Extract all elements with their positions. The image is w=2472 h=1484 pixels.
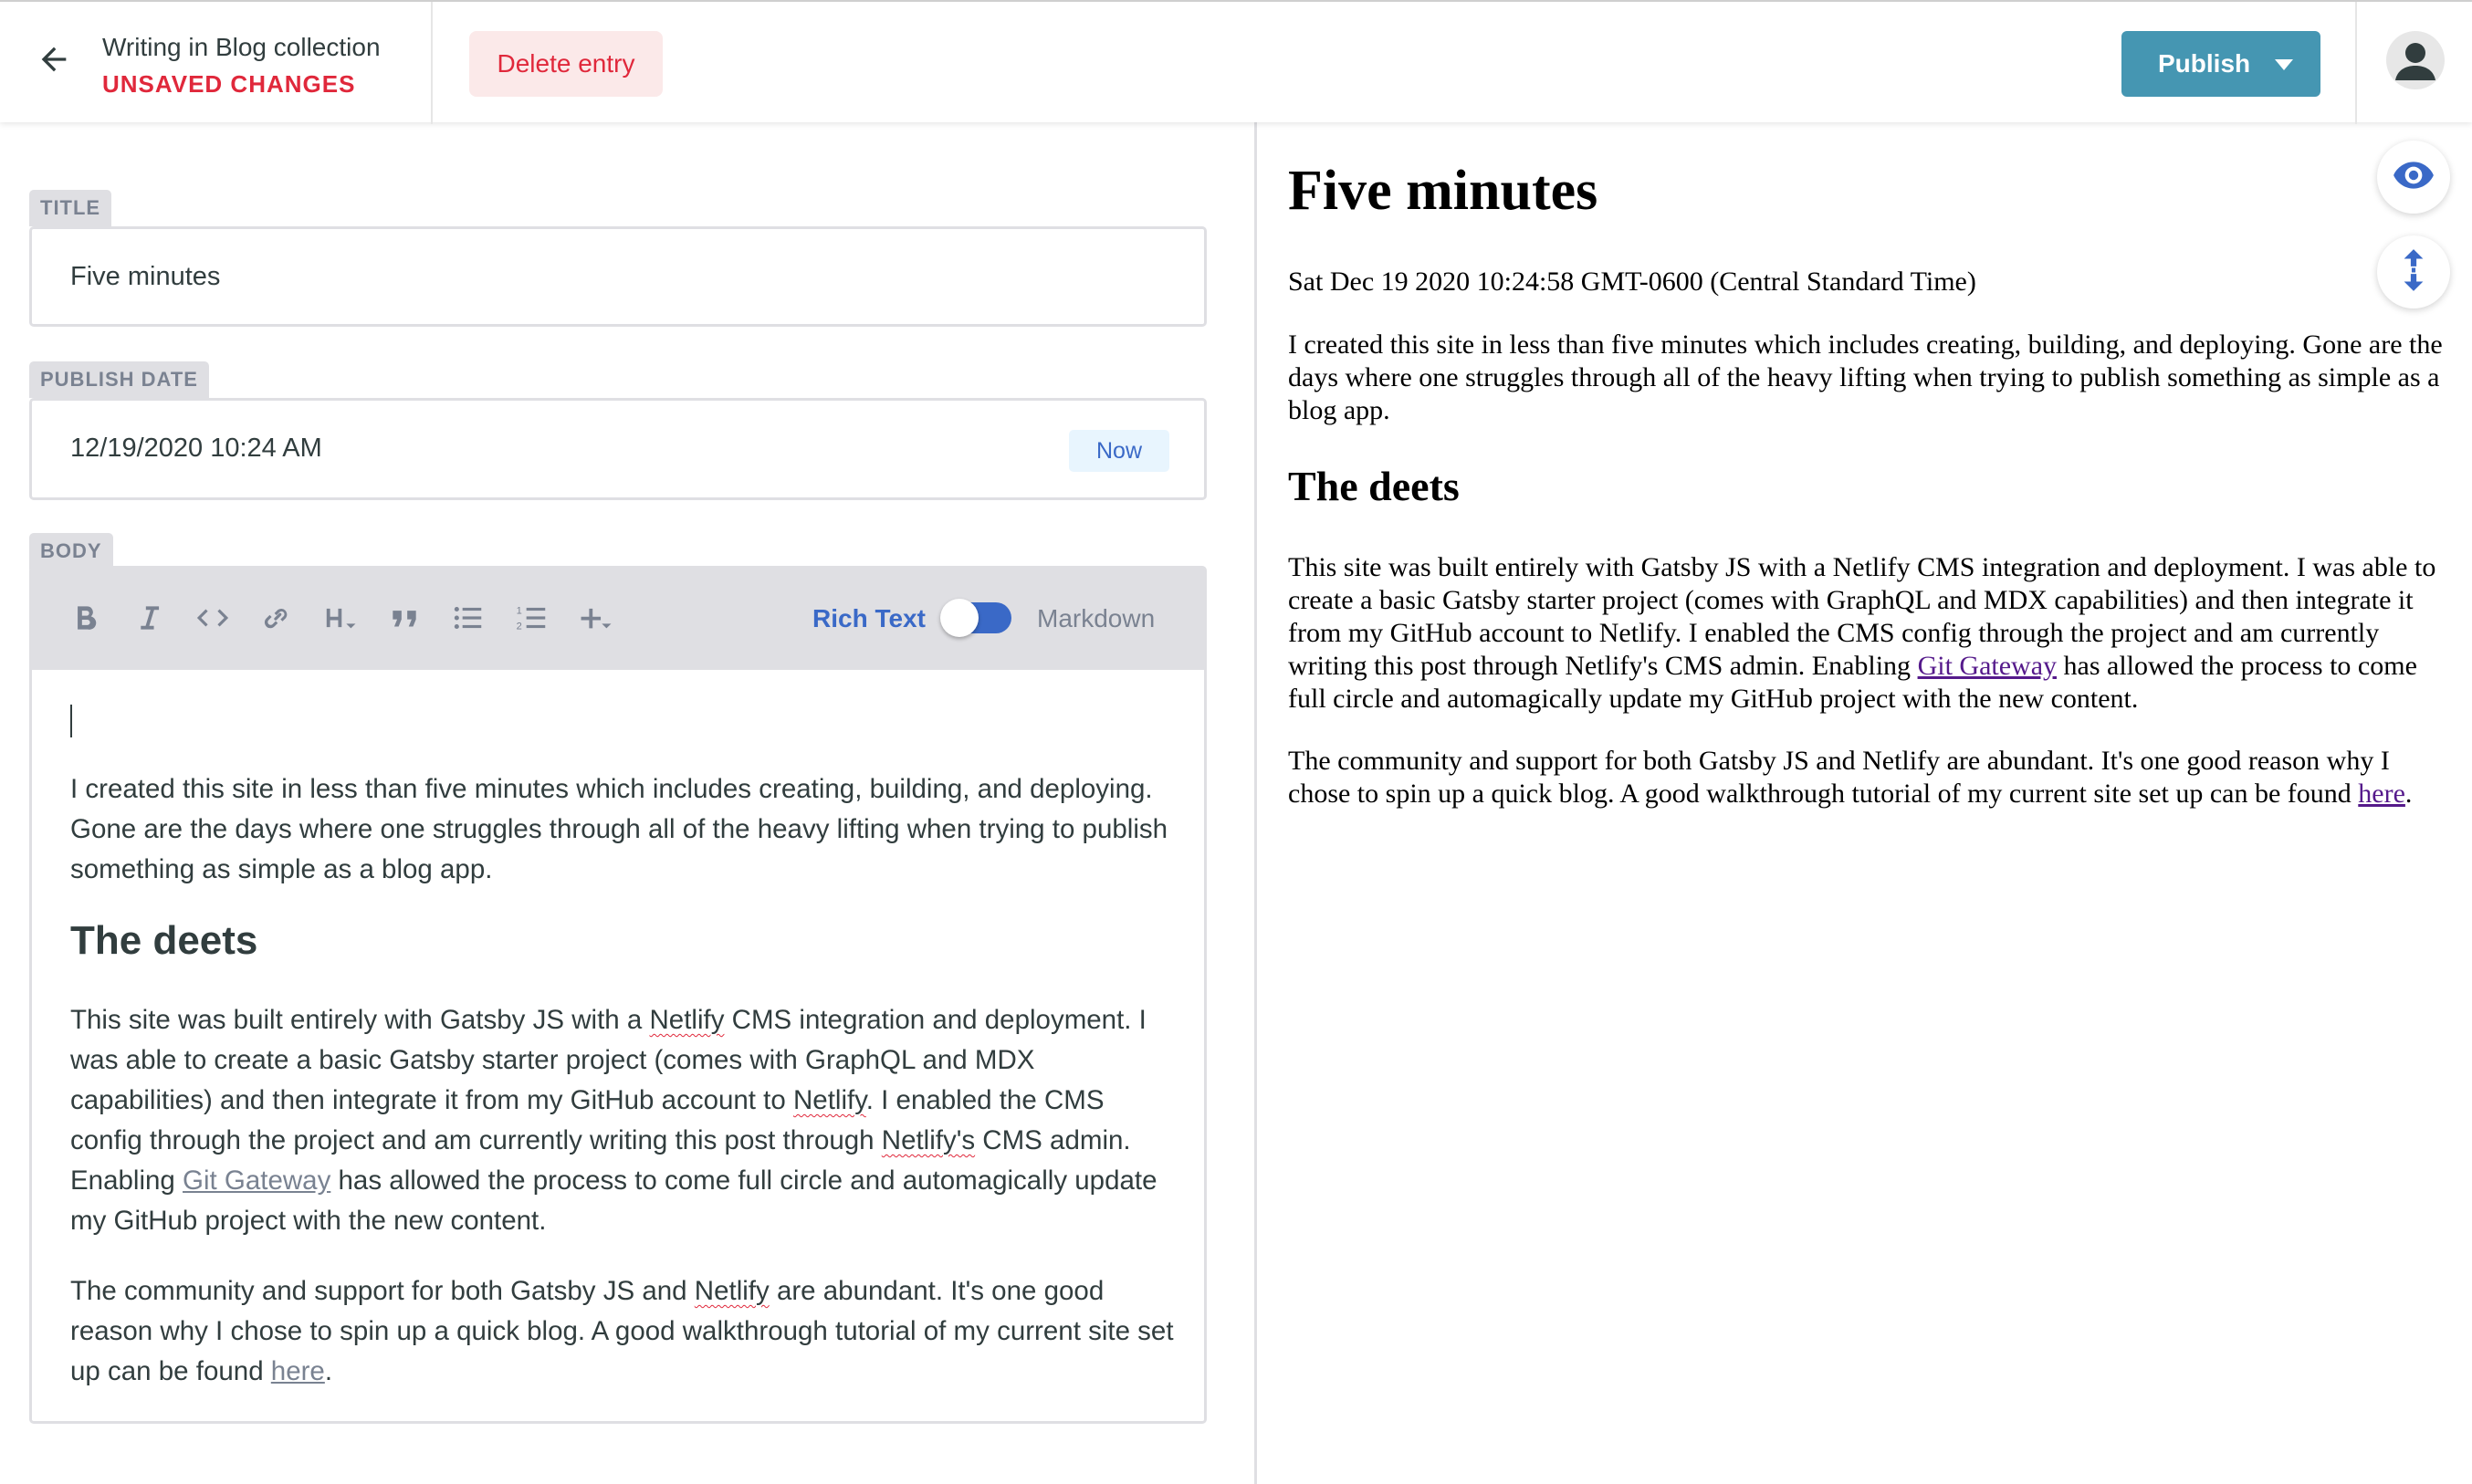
body-heading[interactable]: The deets [70, 918, 257, 964]
title-label: TITLE [29, 190, 112, 226]
git-gateway-link[interactable]: Git Gateway [1918, 651, 2057, 681]
text: The community and support for both Gatsb… [1288, 746, 2390, 809]
mode-toggle[interactable] [940, 599, 1011, 637]
preview-paragraph: I created this site in less than five mi… [1288, 329, 2443, 425]
unsaved-status: UNSAVED CHANGES [102, 70, 356, 98]
preview-pane: Five minutes Sat Dec 19 2020 10:24:58 GM… [1257, 122, 2472, 1484]
editor-pane: TITLE Five minutes PUBLISH DATE 12/19/20… [0, 122, 1254, 1484]
text: . [2404, 779, 2413, 809]
quote-icon[interactable] [387, 597, 422, 639]
body-paragraph[interactable]: The community and support for both Gatsb… [70, 1271, 1175, 1392]
publish-date-label: PUBLISH DATE [29, 361, 209, 398]
body-paragraph[interactable]: I created this site in less than five mi… [70, 769, 1175, 890]
body-editor[interactable]: I created this site in less than five mi… [29, 670, 1207, 1424]
spellcheck-word: Netlify [649, 1005, 725, 1035]
arrow-left-icon [36, 41, 72, 82]
toggle-knob [940, 599, 979, 637]
sync-scroll-button[interactable] [2377, 235, 2450, 308]
editor-toolbar: 12 Rich Text Markdown [29, 566, 1207, 670]
divider [2355, 2, 2357, 124]
publish-label: Publish [2158, 49, 2251, 78]
text: The community and support for both Gatsb… [70, 1276, 695, 1306]
spellcheck-word: Netlify's [881, 1125, 976, 1155]
here-link[interactable]: here [2358, 779, 2405, 809]
spellcheck-word: Netlify [792, 1085, 866, 1115]
bulleted-list-icon[interactable] [451, 597, 486, 639]
rich-text-mode[interactable]: Rich Text [812, 604, 926, 633]
body-label: BODY [29, 533, 113, 570]
text: . [324, 1356, 333, 1386]
markdown-mode[interactable]: Markdown [1037, 604, 1155, 633]
add-component-icon[interactable] [579, 597, 613, 639]
link-icon[interactable] [259, 597, 294, 639]
heading-icon[interactable] [323, 597, 358, 639]
editor-topbar: Writing in Blog collection UNSAVED CHANG… [0, 0, 2472, 124]
delete-entry-button[interactable]: Delete entry [469, 31, 663, 97]
user-avatar-icon[interactable] [2386, 31, 2445, 89]
spellcheck-word: Netlify [694, 1276, 770, 1306]
collection-title: Writing in Blog collection [102, 33, 381, 61]
publish-date-value[interactable]: 12/19/2020 10:24 AM [70, 434, 322, 464]
preview-paragraph: This site was built entirely with Gatsby… [1288, 551, 2456, 716]
here-link[interactable]: here [271, 1356, 325, 1386]
back-button[interactable] [31, 38, 77, 84]
italic-icon[interactable] [131, 597, 166, 639]
preview-heading: The deets [1288, 463, 1460, 509]
svg-text:2: 2 [517, 622, 522, 632]
publish-date-field[interactable]: 12/19/2020 10:24 AM Now [29, 398, 1207, 500]
code-icon[interactable] [195, 597, 230, 639]
svg-text:1: 1 [517, 605, 522, 616]
text-cursor [70, 705, 72, 737]
title-field[interactable]: Five minutes [29, 226, 1207, 327]
now-button[interactable]: Now [1069, 430, 1169, 472]
preview-date: Sat Dec 19 2020 10:24:58 GMT-0600 (Centr… [1288, 266, 1976, 297]
preview-title: Five minutes [1288, 160, 1598, 222]
toggle-preview-button[interactable] [2377, 141, 2450, 214]
bold-icon[interactable] [68, 597, 102, 639]
eye-icon [2391, 152, 2436, 203]
divider [431, 2, 433, 124]
publish-button[interactable]: Publish [2121, 31, 2320, 97]
sync-scroll-icon [2391, 247, 2436, 298]
preview-paragraph: The community and support for both Gatsb… [1288, 745, 2456, 810]
git-gateway-link[interactable]: Git Gateway [183, 1165, 330, 1196]
chevron-down-icon[interactable] [2275, 59, 2293, 70]
title-value[interactable]: Five minutes [70, 262, 220, 292]
body-paragraph[interactable]: This site was built entirely with Gatsby… [70, 1000, 1175, 1241]
text: This site was built entirely with Gatsby… [70, 1005, 650, 1035]
numbered-list-icon[interactable]: 12 [515, 597, 550, 639]
